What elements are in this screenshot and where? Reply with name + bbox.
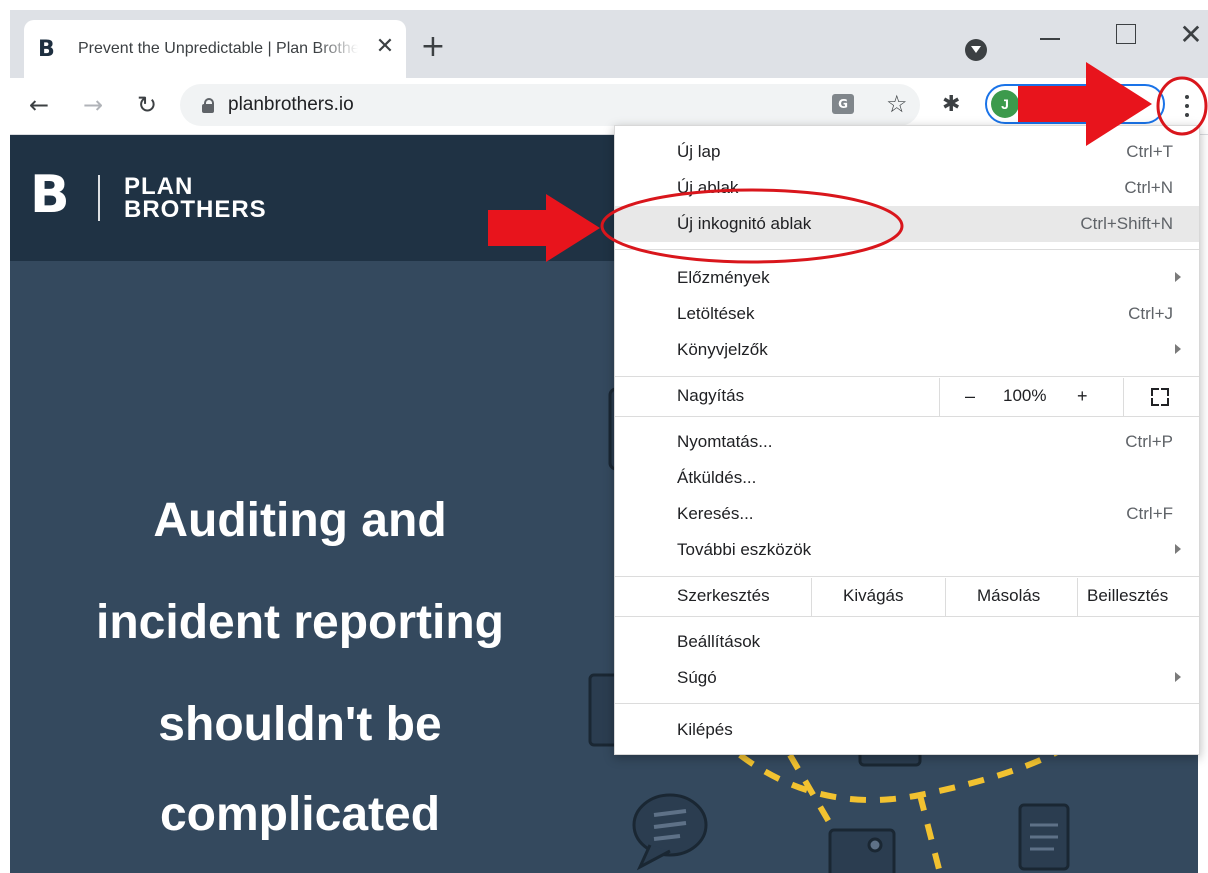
zoom-out-button[interactable]: – [965, 386, 975, 407]
logo-text-line1: PLAN [124, 173, 194, 200]
tab-close-icon[interactable]: ✕ [374, 36, 396, 58]
copy-button[interactable]: Másolás [977, 586, 1040, 606]
menu-item-new-incognito-window[interactable]: Új inkognitó ablak Ctrl+Shift+N [615, 206, 1199, 242]
menu-item-label: Súgó [677, 668, 717, 687]
logo-divider [98, 175, 100, 221]
hero-heading-line: complicated [159, 788, 441, 841]
menu-item-print[interactable]: Nyomtatás... Ctrl+P [615, 424, 1199, 460]
browser-tab[interactable]: B Prevent the Unpredictable | Plan Broth… [24, 20, 406, 78]
menu-item-exit[interactable]: Kilépés [615, 712, 1199, 748]
image-icon [828, 828, 896, 873]
menu-item-zoom: Nagyítás – 100% + [615, 378, 1199, 416]
lock-icon[interactable] [202, 98, 214, 113]
star-icon[interactable]: ☆ [886, 90, 908, 118]
document-icon [1018, 803, 1070, 871]
submenu-arrow-icon [1175, 272, 1181, 282]
avatar: J [991, 90, 1019, 118]
kebab-menu-icon[interactable] [1176, 92, 1198, 120]
paste-button[interactable]: Beillesztés [1087, 586, 1168, 606]
menu-item-label: Új lap [677, 142, 721, 161]
minimize-icon[interactable] [1040, 24, 1062, 46]
hero-heading-line: shouldn't be [158, 698, 442, 751]
menu-item-cast[interactable]: Átküldés... [615, 460, 1199, 496]
menu-item-downloads[interactable]: Letöltések Ctrl+J [615, 296, 1199, 332]
new-tab-icon[interactable]: + [418, 32, 448, 62]
window-close-icon[interactable]: ✕ [1176, 20, 1206, 50]
menu-item-label: Szerkesztés [677, 586, 770, 605]
menu-separator [615, 576, 1199, 577]
menu-item-label: Átküldés... [677, 468, 757, 487]
menu-item-label: Új inkognitó ablak [677, 214, 812, 233]
menu-item-more-tools[interactable]: További eszközök [615, 532, 1199, 568]
menu-item-edit: Szerkesztés Kivágás Másolás Beillesztés [615, 578, 1199, 616]
edit-divider [811, 578, 812, 616]
address-url[interactable]: planbrothers.io [228, 94, 354, 116]
hero-heading-line: incident reporting [96, 596, 504, 649]
back-arrow-icon[interactable]: ← [24, 90, 54, 120]
menu-item-new-tab[interactable]: Új lap Ctrl+T [615, 134, 1199, 170]
menu-item-history[interactable]: Előzmények [615, 260, 1199, 296]
edit-divider [945, 578, 946, 616]
hero-heading-line: Auditing and [153, 494, 447, 547]
site-logo-text[interactable]: PLAN BROTHERS [124, 173, 267, 223]
menu-separator [615, 249, 1199, 250]
tab-strip: B Prevent the Unpredictable | Plan Broth… [10, 10, 1208, 78]
menu-item-label: Előzmények [677, 268, 770, 287]
menu-item-label: Könyvjelzők [677, 340, 768, 359]
menu-separator [615, 616, 1199, 617]
menu-item-bookmarks[interactable]: Könyvjelzők [615, 332, 1199, 368]
extensions-puzzle-icon[interactable]: ✱ [942, 92, 960, 117]
menu-item-label: Nyomtatás... [677, 432, 773, 451]
menu-separator [615, 416, 1199, 417]
menu-item-label: Letöltések [677, 304, 755, 323]
menu-item-find[interactable]: Keresés... Ctrl+F [615, 496, 1199, 532]
menu-item-shortcut: Ctrl+J [1128, 304, 1173, 323]
menu-item-shortcut: Ctrl+P [1125, 432, 1173, 451]
menu-item-label: Keresés... [677, 504, 754, 523]
menu-item-label: Új ablak [677, 178, 739, 197]
menu-item-shortcut: Ctrl+Shift+N [1080, 214, 1173, 233]
menu-item-help[interactable]: Súgó [615, 660, 1199, 696]
edit-divider [1077, 578, 1078, 616]
zoom-divider [1123, 378, 1124, 416]
submenu-arrow-icon [1175, 544, 1181, 554]
translate-icon[interactable]: G [832, 94, 854, 114]
menu-separator [615, 703, 1199, 704]
tab-search-icon[interactable] [965, 39, 987, 61]
zoom-in-button[interactable]: + [1077, 386, 1088, 407]
menu-item-label: Beállítások [677, 632, 761, 651]
menu-item-label: Nagyítás [677, 386, 745, 405]
menu-item-shortcut: Ctrl+T [1126, 142, 1173, 161]
browser-window: B Prevent the Unpredictable | Plan Broth… [0, 0, 1208, 873]
menu-item-new-window[interactable]: Új ablak Ctrl+N [615, 170, 1199, 206]
menu-item-label: Kilépés [677, 720, 733, 739]
submenu-arrow-icon [1175, 672, 1181, 682]
menu-item-shortcut: Ctrl+F [1126, 504, 1173, 523]
zoom-level: 100% [1003, 386, 1047, 405]
cut-button[interactable]: Kivágás [843, 586, 903, 606]
logo-text-line2: BROTHERS [124, 196, 267, 223]
menu-item-settings[interactable]: Beállítások [615, 624, 1199, 660]
fullscreen-icon[interactable] [1151, 388, 1169, 406]
address-bar[interactable]: planbrothers.io G ☆ [180, 84, 920, 126]
planbrothers-logo-icon: B [38, 37, 55, 62]
forward-arrow-icon[interactable]: → [78, 90, 108, 120]
menu-item-label: További eszközök [677, 540, 812, 559]
tab-title: Prevent the Unpredictable | Plan Brother… [78, 40, 358, 57]
chat-bubble-icon [632, 793, 708, 871]
planbrothers-logo-icon[interactable]: B [30, 167, 70, 223]
chrome-main-menu: Új lap Ctrl+T Új ablak Ctrl+N Új inkogni… [614, 125, 1200, 755]
menu-separator [615, 376, 1199, 377]
maximize-icon[interactable] [1116, 24, 1136, 44]
profile-button[interactable]: J [985, 84, 1165, 124]
submenu-arrow-icon [1175, 344, 1181, 354]
zoom-divider [939, 378, 940, 416]
menu-item-shortcut: Ctrl+N [1124, 178, 1173, 197]
reload-icon[interactable]: ↻ [132, 90, 162, 120]
